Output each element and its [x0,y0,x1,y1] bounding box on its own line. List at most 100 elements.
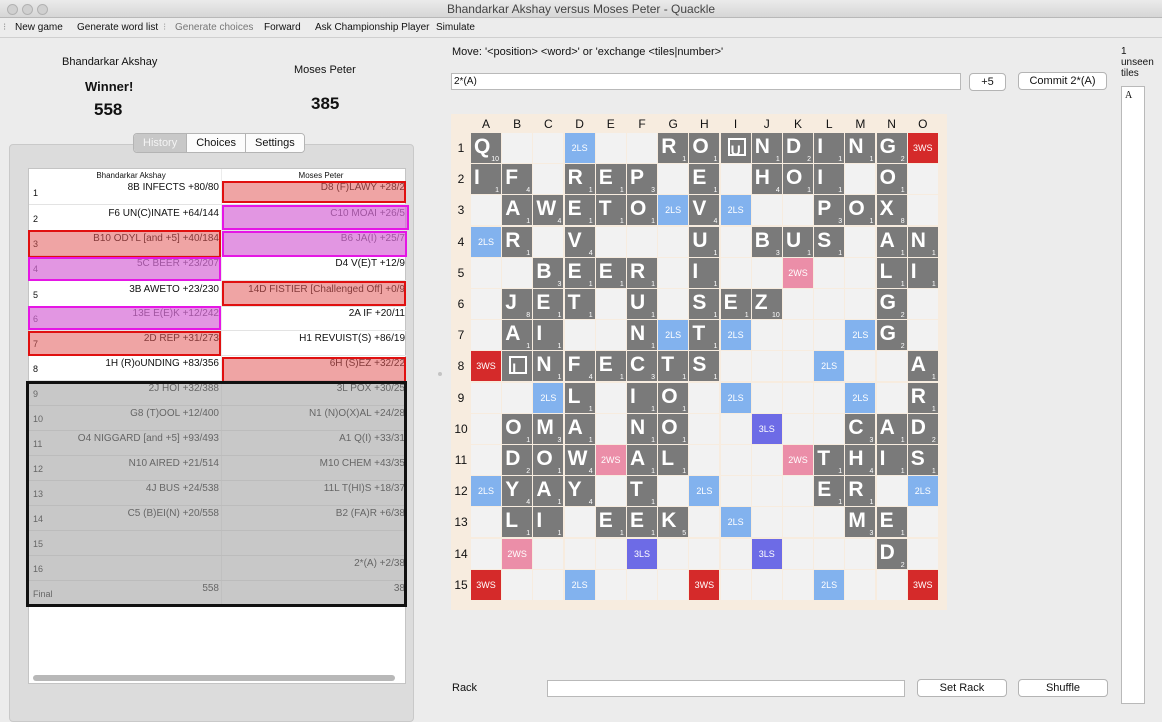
empty-square[interactable] [751,320,782,351]
board-tile[interactable]: P3 [627,164,657,195]
empty-square[interactable] [751,351,782,382]
board-tile[interactable]: O1 [845,195,876,226]
empty-square[interactable] [627,133,657,163]
empty-square[interactable] [814,257,845,288]
empty-square[interactable] [720,538,751,569]
board-tile[interactable]: I1 [876,445,907,475]
board-tile[interactable]: T1 [814,445,845,475]
plus-button[interactable]: +5 [969,73,1006,91]
board-tile[interactable]: E1 [595,351,626,382]
empty-square[interactable] [720,413,751,444]
empty-square[interactable] [907,507,938,538]
premium-square[interactable]: 3WS [907,133,938,163]
empty-square[interactable] [564,507,595,538]
empty-square[interactable] [595,289,626,319]
zoom-window-button[interactable] [37,4,48,15]
board-tile[interactable]: V4 [689,195,720,226]
generate-word-list-button[interactable]: Generate word list [77,22,158,33]
board-tile[interactable]: U1 [783,226,813,257]
empty-square[interactable] [720,257,751,288]
premium-square[interactable]: 2LS [533,382,564,413]
empty-square[interactable] [845,226,876,257]
premium-square[interactable]: 2WS [783,445,813,475]
new-game-button[interactable]: New game [15,22,63,33]
empty-square[interactable] [783,382,813,413]
premium-square[interactable]: 3WS [907,569,938,600]
empty-square[interactable] [533,133,564,163]
premium-square[interactable]: 3WS [471,569,501,600]
board-tile[interactable]: N1 [533,351,564,382]
premium-square[interactable]: 2LS [814,351,845,382]
empty-square[interactable] [658,226,689,257]
empty-square[interactable] [751,195,782,226]
board-tile[interactable]: H4 [751,164,782,195]
empty-square[interactable] [595,569,626,600]
empty-square[interactable] [658,476,689,507]
board-tile[interactable]: D2 [783,133,813,163]
empty-square[interactable] [814,289,845,319]
history-move-player1[interactable]: 3B AWETO +23/230 [59,284,219,295]
empty-square[interactable] [689,507,720,538]
empty-square[interactable] [471,445,501,475]
board-tile[interactable]: U1 [627,289,657,319]
board-tile[interactable]: U1 [689,226,720,257]
empty-square[interactable] [783,569,813,600]
empty-square[interactable] [876,569,907,600]
empty-square[interactable] [502,382,533,413]
premium-square[interactable]: 2LS [845,382,876,413]
empty-square[interactable] [658,164,689,195]
empty-square[interactable] [689,445,720,475]
empty-square[interactable] [720,476,751,507]
empty-square[interactable] [471,320,501,351]
board-tile[interactable]: T1 [689,320,720,351]
empty-square[interactable] [471,413,501,444]
empty-square[interactable] [564,538,595,569]
generate-choices-button[interactable]: Generate choices [175,22,253,33]
empty-square[interactable] [502,257,533,288]
board-tile[interactable]: T1 [595,195,626,226]
board-tile[interactable]: I1 [907,257,938,288]
board-tile[interactable]: W4 [533,195,564,226]
board-tile[interactable]: O1 [658,413,689,444]
empty-square[interactable] [783,507,813,538]
empty-square[interactable] [876,382,907,413]
empty-square[interactable] [783,351,813,382]
empty-square[interactable] [689,413,720,444]
board-tile[interactable]: I1 [533,320,564,351]
board-tile[interactable]: S1 [689,289,720,319]
move-input[interactable]: 2*(A) [451,73,961,90]
empty-square[interactable] [595,133,626,163]
board-tile[interactable]: B3 [751,226,782,257]
board-tile[interactable]: I1 [814,133,845,163]
empty-square[interactable] [720,226,751,257]
board-tile[interactable]: J8 [502,289,533,319]
board-tile[interactable]: A1 [627,445,657,475]
board-tile[interactable]: A1 [876,413,907,444]
premium-square[interactable]: 2LS [814,569,845,600]
board-tile[interactable]: B3 [533,257,564,288]
board-tile[interactable]: T1 [658,351,689,382]
board-tile[interactable]: G2 [876,320,907,351]
board-tile[interactable]: O1 [689,133,720,163]
board-tile[interactable]: U [720,133,751,163]
empty-square[interactable] [876,476,907,507]
board-tile[interactable]: C3 [845,413,876,444]
board-tile[interactable]: T1 [627,476,657,507]
board-tile[interactable]: R1 [564,164,595,195]
board-tile[interactable]: G2 [876,289,907,319]
board-tile[interactable]: S1 [907,445,938,475]
board-tile[interactable]: I1 [471,164,501,195]
board-tile[interactable]: X8 [876,195,907,226]
empty-square[interactable] [471,289,501,319]
empty-square[interactable] [533,569,564,600]
board-tile[interactable]: R1 [845,476,876,507]
empty-square[interactable] [720,445,751,475]
empty-square[interactable] [627,569,657,600]
empty-square[interactable] [627,226,657,257]
empty-square[interactable] [845,538,876,569]
board-tile[interactable]: H4 [845,445,876,475]
premium-square[interactable]: 2LS [471,226,501,257]
history-move-player2[interactable]: D4 V(E)T +12/9 [223,258,405,269]
empty-square[interactable] [814,538,845,569]
splitter-handle[interactable] [438,372,442,376]
